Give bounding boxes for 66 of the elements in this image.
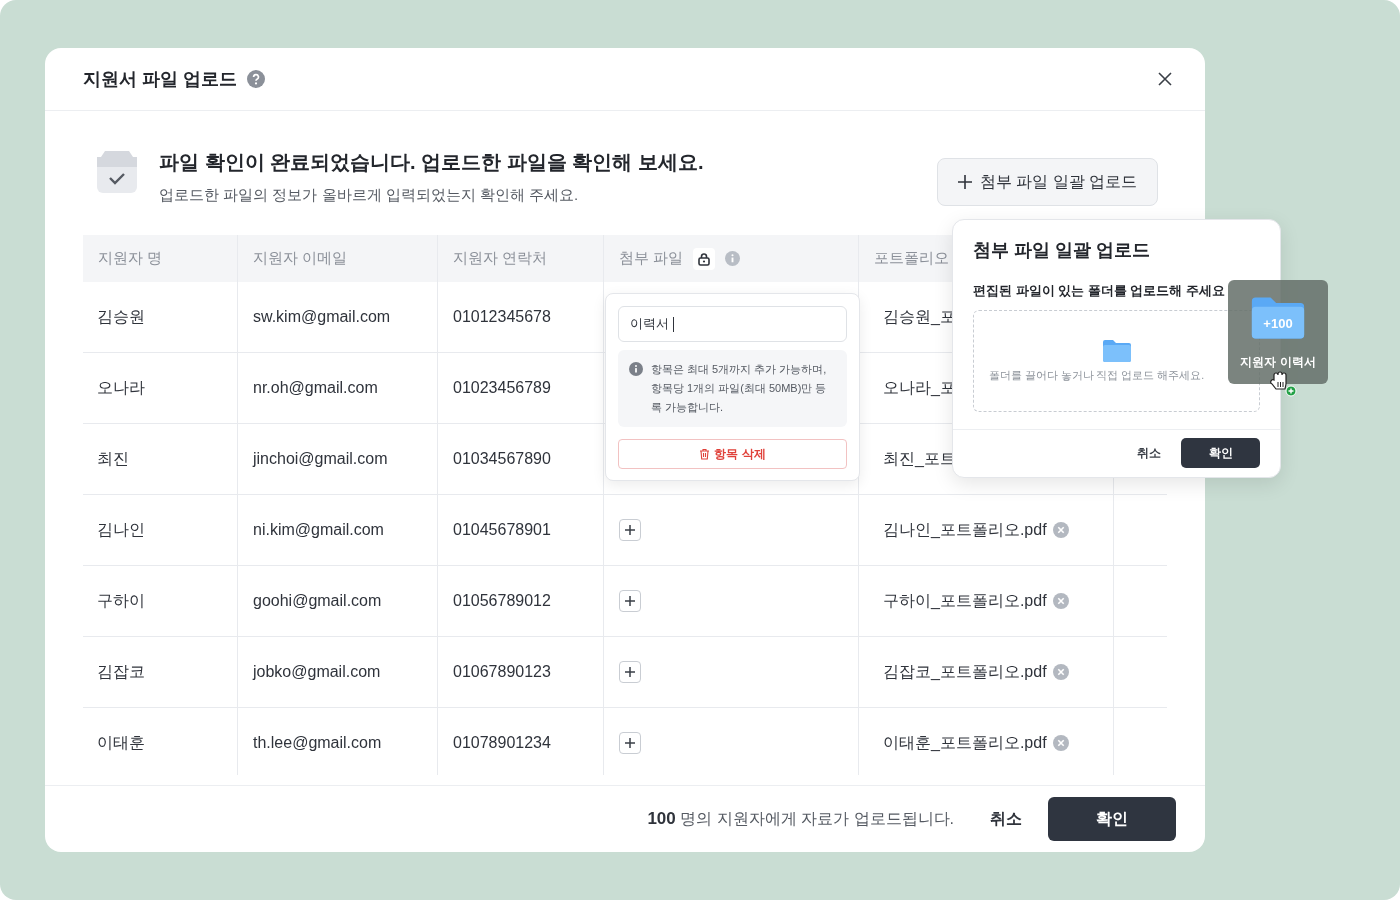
table-cell: 01023456789	[453, 379, 551, 397]
table-cell-text: 김승원	[97, 306, 145, 327]
file-name: 오나라_포	[883, 377, 956, 398]
help-icon[interactable]	[247, 70, 265, 88]
table-cell: 01056789012	[453, 592, 551, 610]
add-button[interactable]	[619, 519, 641, 541]
column-header: 첨부 파일	[619, 249, 684, 268]
upload-summary: 100 명의 지원자에게 자료가 업로드됩니다.	[647, 808, 954, 830]
file-name: 이태훈_포트폴리오.pdf	[883, 732, 1047, 753]
cancel-button[interactable]: 취소	[990, 808, 1022, 830]
bulk-upload-button[interactable]: 첨부 파일 일괄 업로드	[936, 158, 1158, 206]
confirm-button[interactable]: 확인	[1048, 797, 1176, 841]
popover-subtitle: 편집된 파일이 있는 폴더를 업로드해 주세요	[972, 282, 1227, 300]
table-cell: 01078901234	[453, 734, 551, 752]
table-cell-text: 김잡코	[97, 661, 145, 682]
file-name: 최진_포트	[883, 448, 956, 469]
table-cell: 01045678901	[453, 521, 551, 539]
notice-text: 항목은 최대 5개까지 추가 가능하며, 항목당 1개의 파일(최대 50MB)만 등록 가능합니다.	[651, 362, 828, 415]
table-cell: jobko@gmail.com	[253, 663, 381, 681]
table-cell: th.lee@gmail.com	[253, 734, 382, 752]
add-button[interactable]	[619, 661, 641, 683]
table-cell-text: 김나인	[97, 519, 145, 540]
plus-icon	[624, 595, 636, 607]
notice-description: 업로드한 파일의 정보가 올바르게 입력되었는지 확인해 주세요.	[159, 186, 580, 205]
close-icon[interactable]	[1158, 72, 1172, 86]
table-cell-text: 이태훈	[97, 732, 145, 753]
column-header: 지원자 연락처	[453, 249, 548, 268]
plus-icon	[624, 524, 636, 536]
box-check-icon	[97, 151, 137, 193]
popover-title: 첨부 파일 일괄 업로드	[972, 239, 1151, 262]
folder-icon	[1250, 294, 1306, 342]
plus-icon	[624, 666, 636, 678]
file-name: 김나인_포트폴리오.pdf	[883, 519, 1047, 540]
trash-icon	[699, 448, 711, 460]
table-cell: ni.kim@gmail.com	[253, 521, 384, 539]
table-cell: nr.oh@gmail.com	[253, 379, 378, 397]
plus-icon	[957, 175, 972, 189]
table-cell: 01034567890	[453, 450, 551, 468]
cancel-button[interactable]: 취소	[1137, 444, 1161, 462]
file-name: 구하이_포트폴리오.pdf	[883, 590, 1047, 611]
column-header: 지원자 이메일	[253, 249, 348, 268]
notice-title: 파일 확인이 완료되었습니다. 업로드한 파일을 확인해 보세요.	[159, 150, 704, 175]
item-name-field[interactable]: 이력서	[618, 306, 847, 342]
drop-hint: 폴더를 끌어다 놓거나 직접 업로드 해주세요.	[988, 369, 1205, 383]
add-button[interactable]	[619, 590, 641, 612]
dialog-title: 지원서 파일 업로드	[83, 68, 237, 91]
column-header: 포트폴리오	[874, 249, 949, 268]
add-button[interactable]	[619, 732, 641, 754]
table-cell: 01012345678	[453, 308, 551, 326]
table-cell-text: 구하이	[97, 590, 145, 611]
folder-icon	[1101, 339, 1132, 363]
file-name: 김승원_포	[883, 306, 956, 327]
table-cell: goohi@gmail.com	[253, 592, 382, 610]
lock-icon[interactable]	[693, 247, 716, 270]
file-count: +100	[1262, 316, 1294, 331]
delete-item-button[interactable]: 항목 삭제	[618, 439, 847, 469]
column-header: 지원자 명	[98, 249, 163, 268]
plus-icon	[624, 737, 636, 749]
table-cell: 01067890123	[453, 663, 551, 681]
info-icon	[629, 362, 643, 376]
table-cell: sw.kim@gmail.com	[253, 308, 391, 326]
file-name: 김잡코_포트폴리오.pdf	[883, 661, 1047, 682]
table-cell: jinchoi@gmail.com	[253, 450, 388, 468]
table-cell-text: 오나라	[97, 377, 145, 398]
table-cell-text: 최진	[97, 448, 129, 469]
confirm-button[interactable]: 확인	[1181, 438, 1260, 468]
